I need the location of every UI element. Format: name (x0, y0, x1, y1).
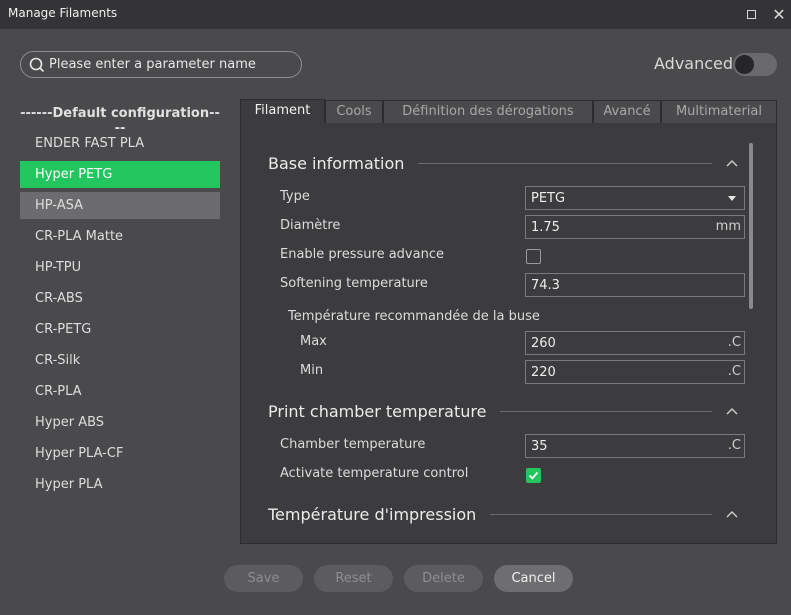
tab-overrides[interactable]: Définition des dérogations (383, 100, 593, 123)
section-divider (500, 411, 712, 412)
nozzle-min-label: Min (300, 363, 324, 378)
type-label: Type (280, 189, 310, 204)
type-select[interactable]: PETG (525, 186, 745, 210)
scrollbar[interactable] (749, 143, 753, 309)
section-print-temperature[interactable]: Température d'impression (268, 505, 738, 524)
softening-input[interactable]: 74.3 (525, 273, 745, 297)
diameter-input[interactable]: 1.75 mm (525, 215, 745, 239)
diameter-label: Diamètre (280, 218, 341, 233)
filament-item[interactable]: Hyper PLA-CF (20, 440, 220, 467)
maximize-button[interactable] (741, 4, 761, 24)
section-print-chamber[interactable]: Print chamber temperature (268, 402, 738, 421)
title-bar: Manage Filaments ✕ (0, 0, 791, 29)
filament-item[interactable]: CR-PETG (20, 316, 220, 343)
search-box[interactable] (20, 51, 302, 78)
row-pressure-advance: Enable pressure advance (280, 247, 444, 262)
toggle-knob (735, 55, 754, 74)
dropdown-arrow-icon (728, 196, 736, 201)
tab-filament[interactable]: Filament (240, 99, 325, 123)
save-button[interactable]: Save (224, 565, 303, 592)
close-icon: ✕ (772, 4, 786, 24)
tab-multimaterial[interactable]: Multimaterial (661, 100, 777, 123)
softening-value: 74.3 (531, 277, 560, 293)
row-chamber-temperature: Chamber temperature (280, 437, 425, 452)
window-title: Manage Filaments (8, 6, 118, 20)
pressure-advance-checkbox[interactable] (526, 249, 541, 264)
nozzle-max-label: Max (300, 334, 327, 349)
chamber-temperature-label: Chamber temperature (280, 437, 426, 452)
chamber-temperature-unit: .C (727, 438, 741, 453)
diameter-value: 1.75 (531, 219, 560, 235)
row-softening: Softening temperature (280, 276, 428, 291)
search-input[interactable] (49, 57, 289, 72)
chevron-up-icon[interactable] (726, 509, 738, 521)
delete-button[interactable]: Delete (404, 565, 483, 592)
filament-item-selected[interactable]: Hyper PETG (20, 161, 220, 188)
softening-label: Softening temperature (280, 276, 428, 291)
diameter-unit: mm (715, 219, 741, 234)
section-base-information[interactable]: Base information (268, 154, 738, 173)
filament-item[interactable]: CR-PLA (20, 378, 220, 405)
chevron-up-icon[interactable] (726, 406, 738, 418)
advanced-label: Advanced (654, 54, 734, 73)
section-divider (418, 163, 712, 164)
nozzle-max-unit: .C (727, 335, 741, 350)
cancel-button[interactable]: Cancel (494, 565, 573, 592)
row-activate-temp-control: Activate temperature control (280, 466, 468, 481)
section-title: Base information (268, 154, 405, 173)
section-title: Print chamber temperature (268, 402, 487, 421)
activate-temp-control-label: Activate temperature control (280, 466, 469, 481)
filament-item-hovered[interactable]: HP-ASA (20, 192, 220, 219)
tab-advanced[interactable]: Avancé (593, 100, 661, 123)
filament-item[interactable]: CR-Silk (20, 347, 220, 374)
nozzle-min-unit: .C (727, 364, 741, 379)
close-button[interactable]: ✕ (769, 4, 789, 24)
nozzle-min-value: 220 (531, 364, 556, 380)
search-icon (29, 57, 45, 72)
row-nozzle-min: Min (300, 363, 323, 378)
filament-item[interactable]: Hyper PLA (20, 471, 220, 498)
chamber-temperature-input[interactable]: 35 .C (525, 434, 745, 458)
filament-item[interactable]: HP-TPU (20, 254, 220, 281)
type-value: PETG (531, 190, 566, 206)
section-divider (490, 514, 712, 515)
reset-button[interactable]: Reset (314, 565, 393, 592)
row-nozzle-max: Max (300, 334, 327, 349)
tab-bar: Filament Cools Définition des dérogation… (240, 99, 777, 123)
advanced-toggle[interactable] (733, 53, 777, 76)
row-diameter: Diamètre (280, 218, 340, 233)
row-nozzle-group: Température recommandée de la buse (288, 309, 540, 324)
checkmark-icon (528, 471, 539, 480)
filament-item[interactable]: CR-PLA Matte (20, 223, 220, 250)
filament-item[interactable]: Hyper ABS (20, 409, 220, 436)
nozzle-group-label: Température recommandée de la buse (288, 309, 540, 324)
row-type: Type (280, 189, 310, 204)
section-title: Température d'impression (268, 505, 477, 524)
chamber-temperature-value: 35 (531, 438, 548, 454)
filament-list: ENDER FAST PLA Hyper PETG HP-ASA CR-PLA … (20, 130, 220, 502)
nozzle-min-input[interactable]: 220 .C (525, 360, 745, 384)
tab-cools[interactable]: Cools (325, 100, 383, 123)
filament-item[interactable]: ENDER FAST PLA (20, 130, 220, 157)
nozzle-max-value: 260 (531, 335, 556, 351)
filament-item[interactable]: CR-ABS (20, 285, 220, 312)
pressure-advance-label: Enable pressure advance (280, 247, 444, 262)
nozzle-max-input[interactable]: 260 .C (525, 331, 745, 355)
maximize-icon (746, 9, 756, 19)
activate-temp-control-checkbox[interactable] (526, 468, 541, 483)
chevron-up-icon[interactable] (726, 158, 738, 170)
